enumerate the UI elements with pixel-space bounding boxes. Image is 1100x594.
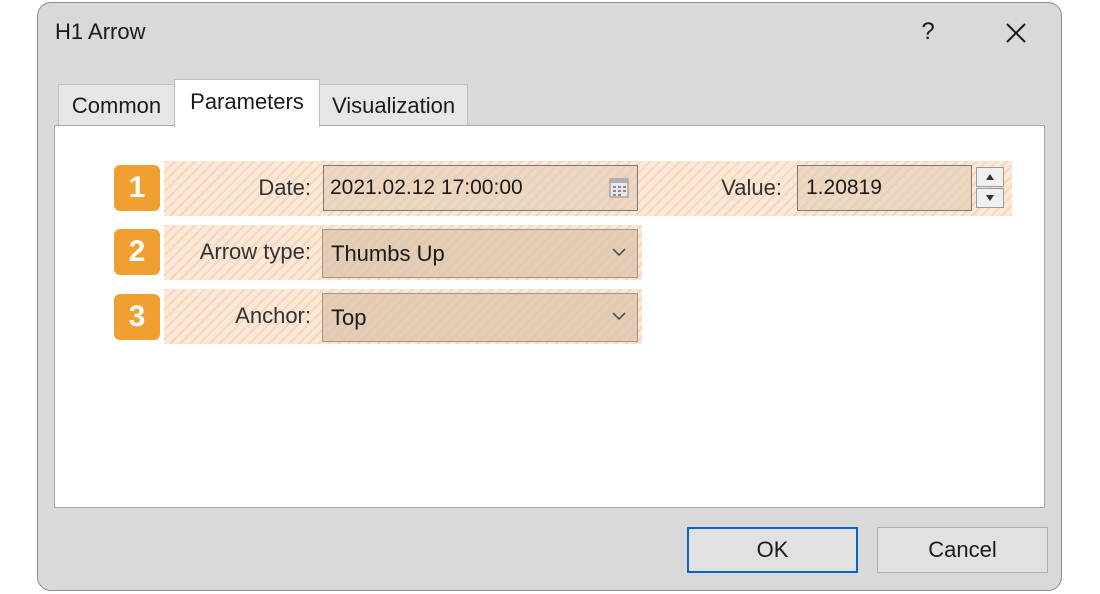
- arrow-type-value: Thumbs Up: [331, 241, 445, 266]
- value-spin-down[interactable]: [976, 188, 1004, 208]
- dialog-window: H1 Arrow ? Common Parameters Visualizati…: [37, 2, 1062, 591]
- tab-visualization[interactable]: Visualization: [319, 84, 468, 126]
- chevron-down-icon: [612, 248, 626, 257]
- value-spin-up[interactable]: [976, 167, 1004, 187]
- spin-up-icon: [986, 174, 994, 180]
- spin-down-icon: [986, 195, 994, 201]
- value-label: Value:: [721, 175, 782, 200]
- help-button[interactable]: ?: [916, 15, 940, 49]
- tab-common[interactable]: Common: [58, 84, 175, 126]
- date-label: Date:: [258, 175, 311, 200]
- close-button[interactable]: [1000, 17, 1032, 49]
- badge-3: 3: [114, 294, 160, 340]
- arrow-type-label: Arrow type:: [199, 239, 311, 264]
- chevron-down-icon: [612, 312, 626, 321]
- tab-parameters[interactable]: Parameters: [174, 79, 320, 127]
- cancel-button[interactable]: Cancel: [877, 527, 1048, 573]
- anchor-label: Anchor:: [235, 303, 311, 328]
- date-value: 2021.02.12 17:00:00: [330, 176, 523, 199]
- title-bar: H1 Arrow ?: [38, 3, 1061, 63]
- badge-1: 1: [114, 165, 160, 211]
- value-field[interactable]: 1.20819: [797, 165, 972, 211]
- date-field[interactable]: 2021.02.12 17:00:00: [323, 165, 638, 211]
- value-value: 1.20819: [806, 176, 882, 199]
- arrow-type-select[interactable]: Thumbs Up: [322, 229, 638, 278]
- badge-2: 2: [114, 229, 160, 275]
- calendar-icon[interactable]: [609, 176, 629, 198]
- close-icon: [1006, 23, 1026, 43]
- anchor-select[interactable]: Top: [322, 293, 638, 342]
- dialog-title: H1 Arrow: [55, 19, 146, 44]
- ok-button[interactable]: OK: [687, 527, 858, 573]
- anchor-value: Top: [331, 305, 367, 330]
